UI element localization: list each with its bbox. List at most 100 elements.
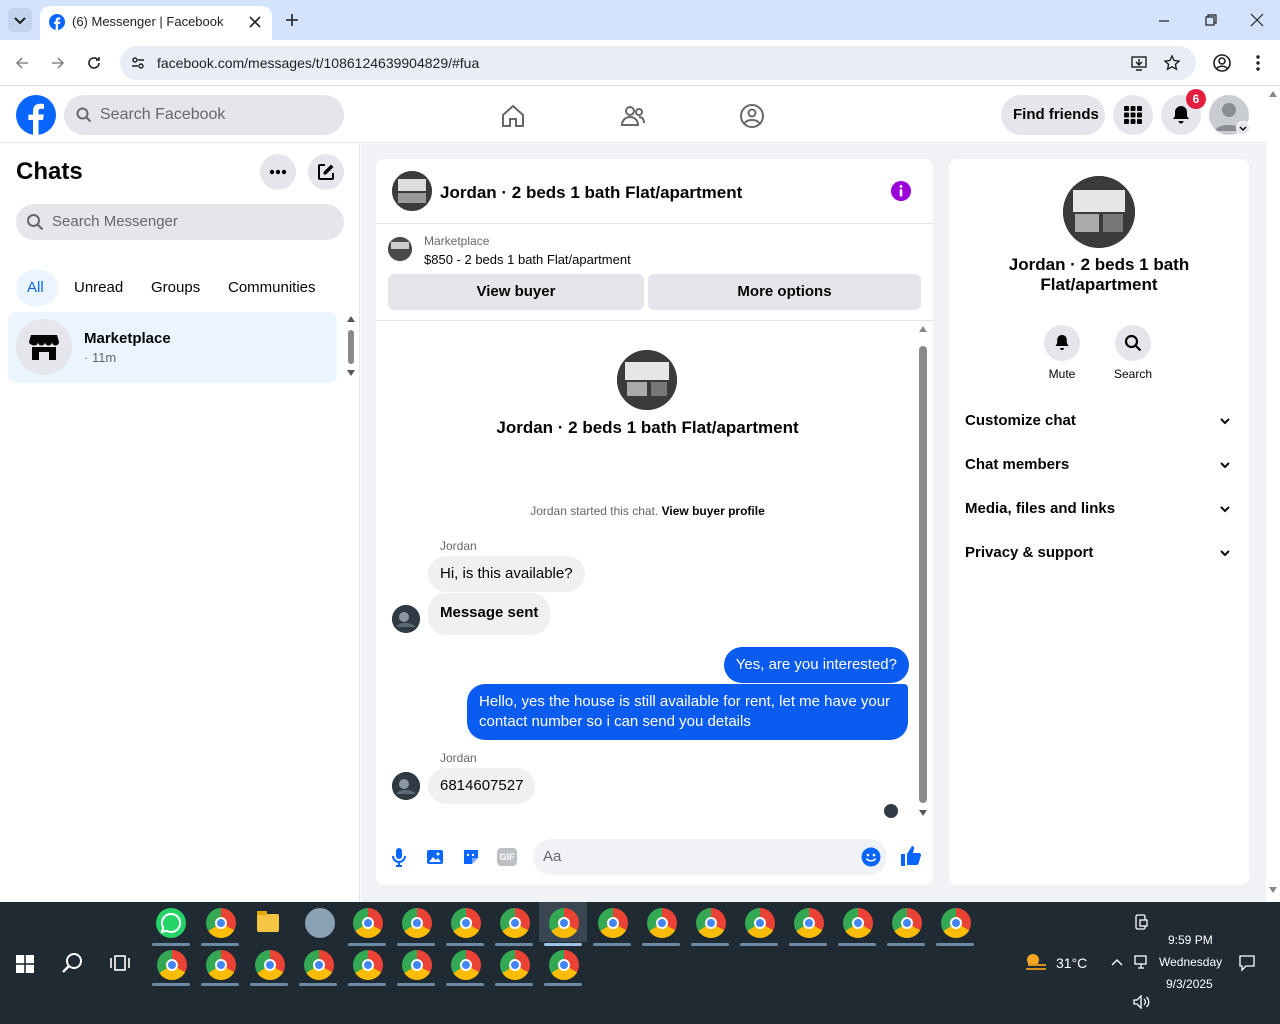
chevron-up-icon[interactable] xyxy=(1111,957,1123,967)
chat-list-item[interactable]: Marketplace · 11m xyxy=(8,312,337,383)
more-options-button[interactable]: More options xyxy=(648,274,921,310)
weather-sun-icon[interactable] xyxy=(1024,951,1050,973)
notification-center-icon[interactable] xyxy=(1238,954,1256,972)
privacy-support-section[interactable]: Privacy & support xyxy=(965,544,1235,561)
address-bar[interactable]: facebook.com/messages/t/1086124639904829… xyxy=(120,46,1196,80)
chat-list-scrollbar[interactable] xyxy=(345,314,357,380)
chrome-profile-taskbar-icon[interactable] xyxy=(843,908,873,938)
scroll-up-icon[interactable] xyxy=(919,326,927,332)
tab-search-button[interactable] xyxy=(8,8,32,32)
chrome-profile-taskbar-icon[interactable] xyxy=(353,950,383,980)
conversation-avatar[interactable] xyxy=(392,171,432,211)
chrome-profile-taskbar-icon[interactable] xyxy=(255,950,285,980)
listing-thumbnail[interactable] xyxy=(388,237,412,261)
chrome-profile-taskbar-icon[interactable] xyxy=(206,950,236,980)
chrome-profile-taskbar-icon[interactable] xyxy=(304,950,334,980)
emoji-icon[interactable] xyxy=(861,847,881,867)
listing-summary[interactable]: $850 - 2 beds 1 bath Flat/apartment xyxy=(424,252,631,267)
windows-start-icon[interactable] xyxy=(16,955,34,973)
find-friends-button[interactable]: Find friends xyxy=(1001,95,1105,135)
active-taskbar-item[interactable] xyxy=(539,902,587,942)
chevron-down-icon[interactable] xyxy=(1219,459,1231,471)
view-buyer-button[interactable]: View buyer xyxy=(388,274,644,310)
chrome-profile-taskbar-icon[interactable] xyxy=(598,908,628,938)
bookmark-star-icon[interactable] xyxy=(1163,54,1181,72)
info-icon[interactable] xyxy=(890,180,912,202)
conversation-title[interactable]: Jordan · 2 beds 1 bath Flat/apartment xyxy=(440,183,742,203)
chrome-profile-taskbar-icon[interactable] xyxy=(353,908,383,938)
scroll-down-icon[interactable] xyxy=(347,370,355,376)
search-action[interactable]: Search xyxy=(1103,325,1163,385)
outgoing-message[interactable]: Hello, yes the house is still available … xyxy=(467,684,908,740)
scroll-up-icon[interactable] xyxy=(1269,91,1277,97)
chrome-profile-taskbar-icon[interactable] xyxy=(157,950,187,980)
menu-button[interactable] xyxy=(1113,95,1153,135)
friends-icon[interactable] xyxy=(620,103,646,129)
groups-icon[interactable] xyxy=(739,103,765,129)
back-arrow-icon[interactable] xyxy=(14,55,30,71)
gif-button[interactable]: GIF xyxy=(497,848,517,866)
filter-communities[interactable]: Communities xyxy=(220,270,324,306)
chrome-profile-taskbar-icon[interactable] xyxy=(696,908,726,938)
restore-icon[interactable] xyxy=(1204,13,1218,27)
whatsapp-taskbar-icon[interactable] xyxy=(156,908,186,938)
incoming-message[interactable]: Message sent xyxy=(428,593,551,635)
chrome-profile-taskbar-icon[interactable] xyxy=(402,908,432,938)
chrome-profile-taskbar-icon[interactable] xyxy=(892,908,922,938)
chevron-down-icon[interactable] xyxy=(1219,415,1231,427)
volume-icon[interactable] xyxy=(1133,995,1151,1009)
outgoing-message[interactable]: Yes, are you interested? xyxy=(723,647,909,683)
file-explorer-taskbar-icon[interactable] xyxy=(257,911,279,932)
task-view-icon[interactable] xyxy=(110,954,130,972)
forward-arrow-icon[interactable] xyxy=(50,55,66,71)
close-tab-icon[interactable] xyxy=(248,15,262,29)
minimize-icon[interactable] xyxy=(1157,14,1171,28)
filter-all[interactable]: All xyxy=(16,270,58,306)
message-input[interactable]: Aa xyxy=(533,839,887,875)
facebook-search-box[interactable]: Search Facebook xyxy=(64,95,344,135)
chrome-profile-taskbar-icon[interactable] xyxy=(549,950,579,980)
clock-day[interactable]: Wednesday xyxy=(1159,955,1222,969)
sticker-icon[interactable] xyxy=(461,847,481,867)
phone-link-icon[interactable] xyxy=(1134,914,1148,930)
chat-members-section[interactable]: Chat members xyxy=(965,456,1235,473)
temperature-text[interactable]: 31°C xyxy=(1056,955,1087,971)
thread-scrollbar[interactable] xyxy=(917,322,929,822)
chrome-profile-taskbar-icon[interactable] xyxy=(794,908,824,938)
new-tab-icon[interactable] xyxy=(284,12,300,28)
microphone-icon[interactable] xyxy=(390,847,408,867)
chat-options-button[interactable] xyxy=(260,154,296,190)
media-files-links-section[interactable]: Media, files and links xyxy=(965,500,1235,517)
chrome-profile-taskbar-icon[interactable] xyxy=(451,908,481,938)
chevron-down-icon[interactable] xyxy=(1219,503,1231,515)
chrome-profile-taskbar-icon[interactable] xyxy=(500,950,530,980)
facebook-logo-icon[interactable] xyxy=(16,95,56,135)
chevron-down-icon[interactable] xyxy=(1219,547,1231,559)
taskbar-search-icon[interactable] xyxy=(61,952,83,974)
new-message-button[interactable] xyxy=(308,154,344,190)
page-scrollbar[interactable] xyxy=(1266,87,1280,902)
incoming-message[interactable]: 6814607527 xyxy=(428,768,536,804)
chrome-profile-taskbar-icon[interactable] xyxy=(402,950,432,980)
thumbs-up-icon[interactable] xyxy=(900,845,922,867)
chrome-profile-taskbar-icon[interactable] xyxy=(451,950,481,980)
filter-unread[interactable]: Unread xyxy=(66,270,131,306)
messenger-search-input[interactable]: Search Messenger xyxy=(16,204,344,240)
scroll-up-icon[interactable] xyxy=(347,316,355,322)
view-buyer-profile-link[interactable]: View buyer profile xyxy=(662,504,765,518)
chrome-profile-taskbar-icon[interactable] xyxy=(206,908,236,938)
account-chevron[interactable] xyxy=(1236,121,1250,135)
clock-time[interactable]: 9:59 PM xyxy=(1168,933,1213,947)
close-window-icon[interactable] xyxy=(1250,13,1264,27)
scroll-thumb[interactable] xyxy=(919,346,927,803)
chrome-profile-taskbar-icon[interactable] xyxy=(647,908,677,938)
photo-icon[interactable] xyxy=(425,847,445,867)
reload-icon[interactable] xyxy=(86,55,102,71)
chrome-profile-taskbar-icon[interactable] xyxy=(941,908,971,938)
chrome-profile-taskbar-icon[interactable] xyxy=(500,908,530,938)
profile-icon[interactable] xyxy=(1212,53,1232,73)
browser-tab[interactable]: (6) Messenger | Facebook xyxy=(40,6,272,40)
network-icon[interactable] xyxy=(1134,955,1150,969)
install-app-icon[interactable] xyxy=(1130,54,1148,72)
scroll-thumb[interactable] xyxy=(348,330,354,364)
